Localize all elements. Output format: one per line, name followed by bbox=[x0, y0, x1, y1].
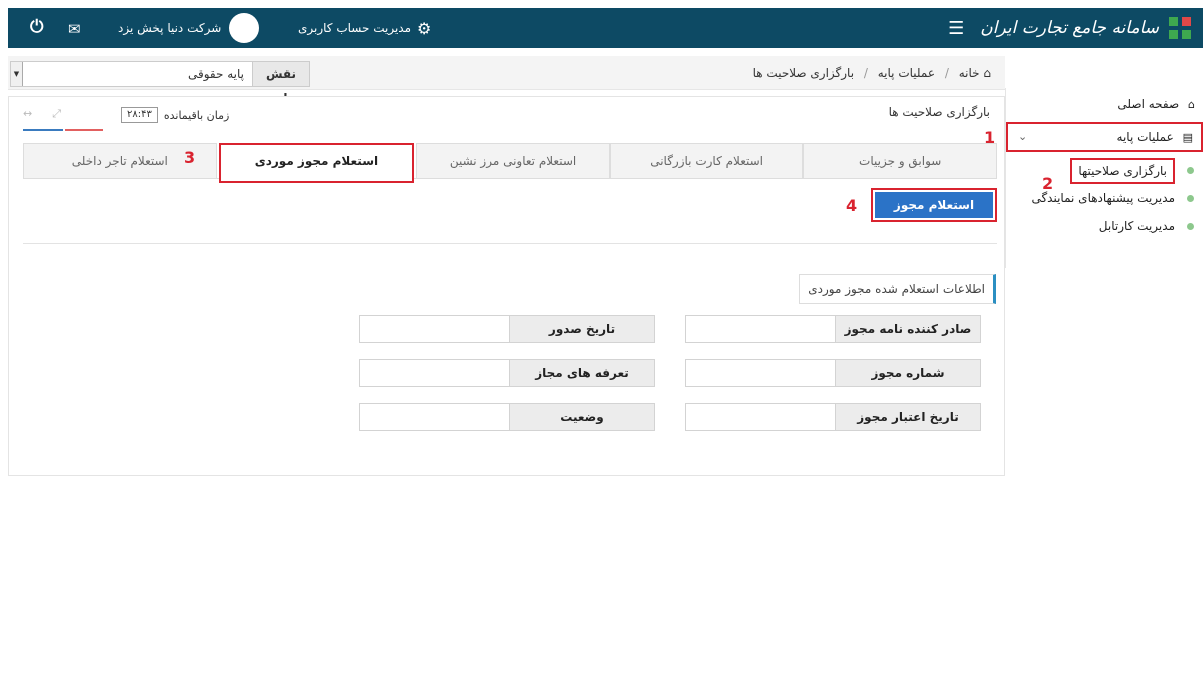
top-navbar: سامانه جامع تجارت ایران ☰ ⚙ مدیریت حساب … bbox=[8, 8, 1203, 48]
envelope-icon[interactable]: ✉ bbox=[68, 20, 81, 38]
timer-label: زمان باقیمانده bbox=[163, 108, 230, 122]
sidebar-item-label: مدیریت پیشنهادهای نمایندگی bbox=[1031, 191, 1175, 205]
main-panel: بارگزاری صلاحیت ها زمان باقیمانده ۲۸:۴۳ … bbox=[8, 96, 1005, 476]
sidebar-item-home[interactable]: ⌂ صفحه اصلی bbox=[1006, 90, 1203, 118]
collapse-icon[interactable]: ↔ bbox=[23, 107, 52, 120]
bullet-icon bbox=[1187, 167, 1194, 174]
issuer-field: صادر کننده نامه مجوز bbox=[685, 315, 981, 343]
field-label: شماره مجوز bbox=[835, 359, 981, 387]
issuer-value bbox=[685, 315, 835, 343]
sidebar-item-agency-proposals[interactable]: مدیریت پیشنهادهای نمایندگی bbox=[1006, 184, 1203, 212]
company-profile[interactable]: شرکت دنیا پخش یزد bbox=[118, 8, 260, 48]
page-title: بارگزاری صلاحیت ها bbox=[888, 105, 990, 119]
sidebar: ⌂ صفحه اصلی ▤ عملیات پایه ⌄ بارگزاری صلا… bbox=[1005, 88, 1203, 268]
tab-case-permit[interactable]: استعلام مجوز موردی bbox=[218, 143, 415, 183]
annotation-1: 1 bbox=[984, 128, 996, 147]
sidebar-item-label: صفحه اصلی bbox=[1117, 97, 1180, 111]
issue-date-field: تاریخ صدور bbox=[359, 315, 655, 343]
timer-value: ۲۸:۴۳ bbox=[121, 107, 158, 123]
breadcrumb-home[interactable]: خانه bbox=[959, 66, 980, 80]
status-value bbox=[359, 403, 509, 431]
annotation-2: 2 bbox=[1042, 174, 1054, 193]
field-label: تاریخ اعتبار مجوز bbox=[835, 403, 981, 431]
breadcrumb-current: بارگزاری صلاحیت ها bbox=[752, 66, 855, 80]
breadcrumb-level1[interactable]: عملیات پایه bbox=[878, 66, 935, 80]
field-label: تاریخ صدور bbox=[509, 315, 655, 343]
brand: سامانه جامع تجارت ایران ☰ bbox=[948, 8, 1191, 48]
bullet-icon bbox=[1187, 223, 1194, 230]
field-label: تعرفه های مجاز bbox=[509, 359, 655, 387]
permit-number-field: شماره مجوز bbox=[685, 359, 981, 387]
sidebar-item-upload-qualifications[interactable]: بارگزاری صلاحیتها bbox=[1006, 156, 1203, 184]
status-field: وضعیت bbox=[359, 403, 655, 431]
bullet-icon bbox=[1187, 195, 1194, 202]
gears-icon: ⚙ bbox=[417, 18, 432, 38]
sidebar-item-base-operations[interactable]: ▤ عملیات پایه ⌄ bbox=[1006, 122, 1203, 152]
section-title: اطلاعات استعلام شده مجوز موردی bbox=[799, 274, 996, 304]
tariffs-value bbox=[359, 359, 509, 387]
tab-history-details[interactable]: سوابق و جزییات bbox=[803, 143, 997, 178]
divider bbox=[23, 243, 997, 244]
validity-date-field: تاریخ اعتبار مجوز bbox=[685, 403, 981, 431]
expand-icon[interactable]: ⤢ bbox=[52, 107, 81, 120]
progress-indicator bbox=[23, 129, 103, 131]
brand-logo-icon bbox=[1169, 17, 1191, 39]
hamburger-menu-icon[interactable]: ☰ bbox=[948, 18, 964, 39]
window-controls: ↔⤢ bbox=[23, 107, 81, 121]
field-label: وضعیت bbox=[509, 403, 655, 431]
sidebar-item-label: عملیات پایه bbox=[1116, 130, 1174, 144]
tariffs-field: تعرفه های مجاز bbox=[359, 359, 655, 387]
brand-title: سامانه جامع تجارت ایران bbox=[980, 18, 1159, 38]
issue-date-value bbox=[359, 315, 509, 343]
sidebar-item-label: مدیریت کارتابل bbox=[1098, 219, 1175, 233]
home-icon[interactable]: ⌂ bbox=[983, 66, 991, 80]
chevron-down-icon: ⌄ bbox=[1018, 130, 1028, 143]
tabs: سوابق و جزییات استعلام کارت بازرگانی است… bbox=[23, 143, 997, 183]
sidebar-item-cartable[interactable]: مدیریت کارتابل bbox=[1006, 212, 1203, 240]
role-dropdown[interactable]: پایه حقوقی ▼ bbox=[10, 61, 252, 87]
field-label: صادر کننده نامه مجوز bbox=[835, 315, 981, 343]
power-icon[interactable]: ⏻ bbox=[30, 17, 43, 37]
account-management-label: مدیریت حساب کاربری bbox=[298, 21, 412, 35]
sidebar-item-label: بارگزاری صلاحیتها bbox=[1070, 158, 1175, 184]
tab-commercial-card[interactable]: استعلام کارت بازرگانی bbox=[609, 143, 804, 178]
account-management-link[interactable]: ⚙ مدیریت حساب کاربری bbox=[298, 8, 431, 48]
case-permit-inquiry-button[interactable]: استعلام مجوز موردی bbox=[871, 188, 997, 242]
annotation-3: 3 bbox=[184, 148, 196, 167]
role-value: پایه حقوقی bbox=[187, 67, 244, 81]
annotation-4: 4 bbox=[846, 196, 858, 215]
validity-date-value bbox=[685, 403, 835, 431]
avatar bbox=[229, 13, 260, 43]
role-select[interactable]: نقش جاری پایه حقوقی ▼ bbox=[10, 61, 310, 105]
breadcrumb: ⌂ خانه / عملیات پایه / بارگزاری صلاحیت ه… bbox=[752, 66, 991, 80]
role-label: نقش جاری bbox=[252, 61, 310, 105]
bar-chart-icon: ▤ bbox=[1182, 131, 1193, 144]
home-icon: ⌂ bbox=[1188, 98, 1195, 111]
session-timer: زمان باقیمانده ۲۸:۴۳ bbox=[121, 107, 229, 123]
dropdown-arrow-icon[interactable]: ▼ bbox=[11, 62, 23, 86]
company-name: شرکت دنیا پخش یزد bbox=[118, 21, 222, 35]
permit-number-value bbox=[685, 359, 835, 387]
tab-border-cooperative[interactable]: استعلام تعاونی مرز نشین bbox=[416, 143, 610, 178]
breadcrumb-bar: ⌂ خانه / عملیات پایه / بارگزاری صلاحیت ه… bbox=[8, 56, 1005, 105]
